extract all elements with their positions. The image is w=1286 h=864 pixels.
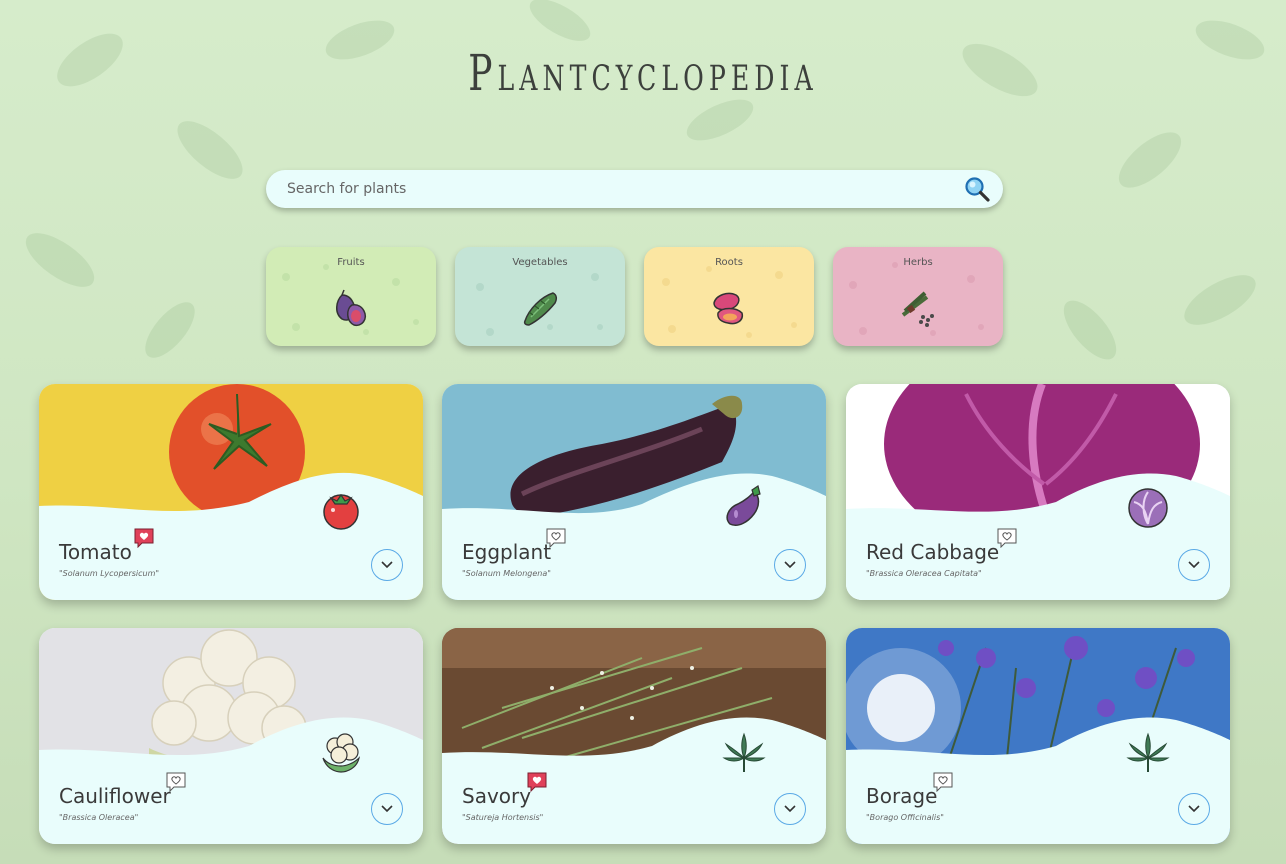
favorite-heart-filled-icon[interactable] (527, 772, 547, 792)
category-roots[interactable]: Roots (644, 247, 814, 346)
page-title: Plantcyclopedia (468, 44, 818, 102)
chevron-down-icon (381, 561, 393, 569)
chevron-down-icon (784, 561, 796, 569)
fig-icon (336, 289, 366, 327)
category-fruits[interactable]: Fruits (266, 247, 436, 346)
plant-name: Cauliflower (59, 784, 171, 808)
herb-leaf-icon (722, 732, 766, 772)
plant-card-cauliflower[interactable]: Cauliflower "Brassica Oleracea" (39, 628, 423, 844)
category-label: Fruits (337, 257, 365, 268)
plant-card-tomato[interactable]: Tomato "Solanum Lycopersicum" (39, 384, 423, 600)
plant-name: Savory (462, 784, 532, 808)
herb-leaf-icon (1126, 732, 1170, 772)
plant-name: Eggplant (462, 540, 552, 564)
chevron-down-icon (1188, 805, 1200, 813)
herb-bundle-icon (901, 291, 934, 327)
eggplant-photo (442, 384, 826, 600)
expand-button[interactable] (371, 793, 403, 825)
category-label: Roots (715, 257, 743, 268)
magnifier-icon[interactable] (963, 175, 991, 203)
favorite-heart-outline-icon[interactable] (166, 772, 186, 792)
category-vegetables[interactable]: Vegetables (455, 247, 625, 346)
favorite-heart-outline-icon[interactable] (933, 772, 953, 792)
sweet-potato-icon (713, 292, 744, 325)
search-input[interactable] (287, 181, 963, 197)
plant-name: Borage (866, 784, 938, 808)
category-label: Vegetables (512, 257, 568, 268)
red-cabbage-photo (846, 384, 1230, 600)
plant-name: Red Cabbage (866, 540, 1000, 564)
favorite-heart-outline-icon[interactable] (546, 528, 566, 548)
expand-button[interactable] (1178, 549, 1210, 581)
chevron-down-icon (1188, 561, 1200, 569)
plant-card-borage[interactable]: Borage "Borago Officinalis" (846, 628, 1230, 844)
category-herbs[interactable]: Herbs (833, 247, 1003, 346)
tomato-photo (39, 384, 423, 600)
cucumber-icon (523, 292, 558, 326)
plant-scientific-name: "Solanum Melongena" (462, 569, 551, 578)
plant-scientific-name: "Borago Officinalis" (866, 813, 944, 822)
plant-scientific-name: "Brassica Oleracea" (59, 813, 139, 822)
plant-scientific-name: "Brassica Oleracea Capitata" (866, 569, 982, 578)
chevron-down-icon (381, 805, 393, 813)
plant-card-savory[interactable]: Savory "Satureja Hortensis" (442, 628, 826, 844)
savory-photo (442, 628, 826, 844)
expand-button[interactable] (1178, 793, 1210, 825)
plant-card-eggplant[interactable]: Eggplant "Solanum Melongena" (442, 384, 826, 600)
search-bar[interactable] (266, 170, 1003, 208)
cauliflower-icon (322, 733, 360, 773)
category-label: Herbs (903, 257, 933, 268)
tomato-icon (323, 493, 359, 530)
expand-button[interactable] (774, 549, 806, 581)
plant-scientific-name: "Satureja Hortensis" (462, 813, 544, 822)
cabbage-icon (1128, 488, 1168, 528)
expand-button[interactable] (774, 793, 806, 825)
borage-photo (846, 628, 1230, 844)
chevron-down-icon (784, 805, 796, 813)
favorite-heart-filled-icon[interactable] (134, 528, 154, 548)
plant-name: Tomato (59, 540, 132, 564)
eggplant-icon (726, 485, 761, 526)
favorite-heart-outline-icon[interactable] (997, 528, 1017, 548)
cauliflower-photo (39, 628, 423, 844)
plant-scientific-name: "Solanum Lycopersicum" (59, 569, 160, 578)
expand-button[interactable] (371, 549, 403, 581)
plant-card-red-cabbage[interactable]: Red Cabbage "Brassica Oleracea Capitata" (846, 384, 1230, 600)
